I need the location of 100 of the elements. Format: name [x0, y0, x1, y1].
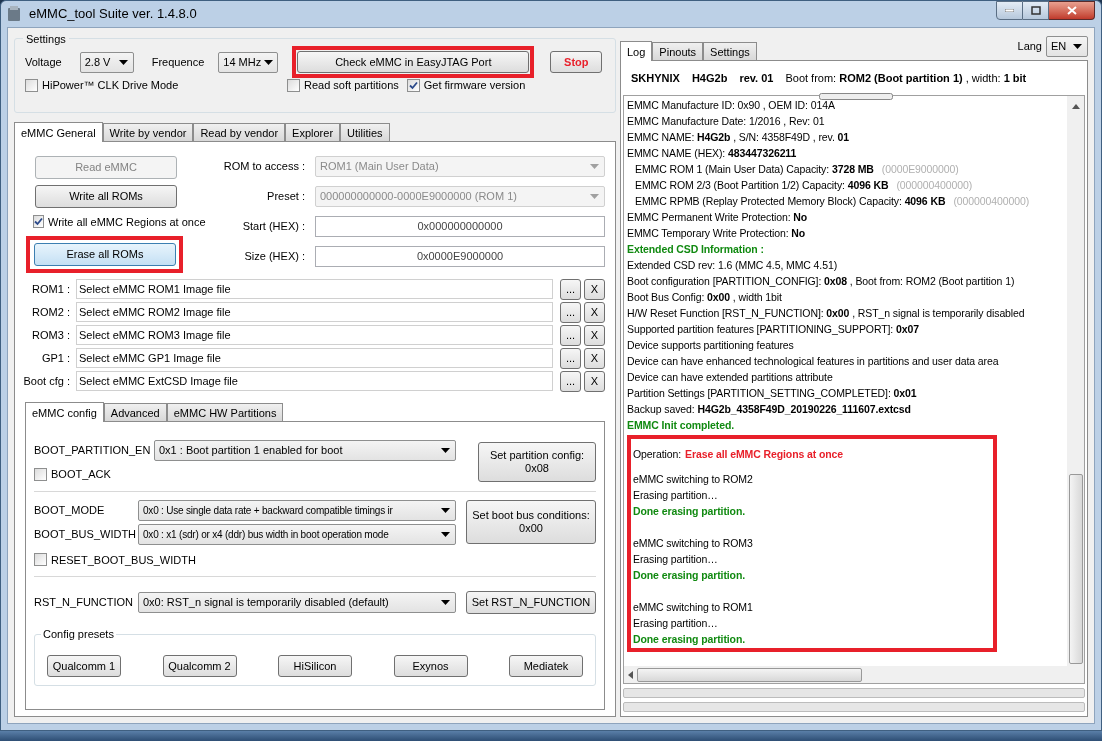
- erase-all-roms-button[interactable]: Erase all ROMs: [34, 243, 176, 266]
- log-line: Partition Settings [PARTITION_SETTING_COMPLETED]: 0x01: [627, 386, 917, 401]
- log-note: (000000400000): [953, 194, 1030, 209]
- checkbox[interactable]: [406, 78, 420, 92]
- minimize-button[interactable]: [996, 1, 1023, 20]
- device-info: rev. 01: [739, 70, 774, 86]
- clear-button[interactable]: X: [584, 301, 605, 323]
- preset-button[interactable]: Exynos: [393, 655, 468, 677]
- device-info: Boot from: ROM2 (Boot partition 1) , width: 1 bit: [785, 70, 1027, 86]
- dropdown[interactable]: 0x0 : Use single data rate + backward compatible timings ir: [138, 499, 456, 521]
- tab[interactable]: Write by vendor: [102, 122, 194, 141]
- log-line: EMMC RPMB (Replay Protected Memory Block) Capacity: 4096 KB: [635, 194, 946, 209]
- vertical-scrollbar[interactable]: [1067, 96, 1084, 683]
- window-title: eMMC_tool Suite ver. 1.4.8.0: [29, 5, 197, 24]
- close-button[interactable]: [1049, 1, 1095, 20]
- file-path-field[interactable]: Select eMMC GP1 Image file: [76, 348, 553, 368]
- splitter-grip-icon: [819, 93, 893, 101]
- tab[interactable]: Advanced: [103, 403, 167, 421]
- checkbox[interactable]: [25, 78, 38, 92]
- preset-button[interactable]: Qualcomm 2: [162, 655, 237, 677]
- dropdown[interactable]: 14 MHz: [218, 51, 279, 73]
- close-icon: [1066, 6, 1077, 15]
- dropdown[interactable]: 0x0: RST_n signal is temporarily disabled (default): [138, 592, 456, 613]
- write-all-roms-button[interactable]: Write all ROMs: [35, 184, 177, 208]
- set-rst-function-button[interactable]: Set RST_N_FUNCTION: [466, 591, 596, 614]
- file-path-field[interactable]: Select eMMC ROM1 Image file: [76, 279, 553, 299]
- dropdown-caret-icon: [441, 600, 450, 605]
- preset-button[interactable]: HiSilicon: [278, 655, 352, 677]
- file-path-field[interactable]: Select eMMC ExtCSD Image file: [76, 371, 553, 391]
- device-info: SKHYNIX: [631, 70, 680, 86]
- checkbox[interactable]: [287, 78, 300, 92]
- preset-button[interactable]: Qualcomm 1: [47, 655, 121, 677]
- log-line: EMMC NAME (HEX): 483447326211: [627, 146, 797, 161]
- dropdown-caret-icon: [441, 507, 450, 513]
- file-path-field[interactable]: Select eMMC ROM3 Image file: [76, 325, 553, 345]
- set-boot-bus-button[interactable]: Set boot bus conditions: 0x00: [466, 499, 596, 544]
- tab[interactable]: eMMC config: [25, 402, 104, 422]
- preset-button[interactable]: Mediatek: [509, 655, 583, 677]
- tab[interactable]: eMMC HW Partitions: [166, 403, 284, 421]
- browse-button[interactable]: ...: [560, 347, 581, 369]
- dropdown[interactable]: EN: [1046, 36, 1088, 57]
- clear-button[interactable]: X: [584, 278, 605, 300]
- checkbox-label: Read soft partitions: [304, 78, 399, 93]
- horizontal-scrollbar[interactable]: [624, 666, 1067, 683]
- tab[interactable]: eMMC General: [14, 121, 103, 142]
- scroll-up-arrow-icon[interactable]: [1071, 104, 1080, 109]
- stop-button[interactable]: Stop: [550, 51, 603, 73]
- field-label: BOOT_PARTITION_EN: [34, 443, 152, 459]
- field-label: RST_N_FUNCTION: [34, 595, 134, 611]
- clear-button[interactable]: X: [584, 347, 605, 369]
- clear-button[interactable]: X: [584, 370, 605, 392]
- log-line: eMMC switching to ROM3: [633, 536, 753, 551]
- checkbox[interactable]: [34, 553, 47, 567]
- field-label: BOOT_BUS_WIDTH: [34, 526, 138, 542]
- checkbox-label: BOOT_ACK: [51, 467, 111, 482]
- log-line: Erasing partition…: [633, 488, 718, 503]
- maximize-button[interactable]: [1023, 1, 1049, 20]
- log-line: eMMC switching to ROM1: [633, 600, 753, 615]
- tab[interactable]: Read by vendor: [193, 122, 286, 141]
- browse-button[interactable]: ...: [560, 370, 581, 392]
- log-note: (0000E9000000): [881, 162, 959, 177]
- log-line: EMMC NAME: H4G2b , S/N: 4358F49D , rev. 01: [627, 130, 850, 145]
- browse-button[interactable]: ...: [560, 301, 581, 323]
- tab[interactable]: Pinouts: [652, 42, 704, 60]
- text-field[interactable]: 0x000000000000: [315, 215, 605, 237]
- log-line: Device can have enhanced technological features in partitions and user data area: [627, 354, 999, 369]
- dropdown[interactable]: 0x1 : Boot partition 1 enabled for boot: [154, 440, 456, 461]
- checkbox[interactable]: [33, 215, 44, 229]
- log-line: Extended CSD rev: 1.6 (MMC 4.5, MMC 4.51): [627, 258, 838, 273]
- clear-button[interactable]: X: [584, 324, 605, 346]
- text-field[interactable]: 0x0000E9000000: [315, 245, 605, 267]
- checkbox-label: Get firmware version: [423, 78, 526, 93]
- voltage-label: Voltage: [25, 54, 62, 70]
- operation-label: Operation:: [633, 447, 682, 463]
- minimize-icon: [1005, 9, 1014, 12]
- dropdown[interactable]: 2.8 V: [79, 51, 134, 73]
- check-emmc-button[interactable]: Check eMMC in EasyJTAG Port: [297, 51, 530, 73]
- log-line: EMMC ROM 2/3 (Boot Partition 1/2) Capacity: 4096 KB: [635, 178, 889, 193]
- checkbox-label: HiPower™ CLK Drive Mode: [42, 78, 179, 93]
- set-partition-config-button[interactable]: Set partition config: 0x08: [478, 442, 596, 482]
- device-info: H4G2b: [691, 70, 728, 86]
- tab[interactable]: Settings: [703, 42, 757, 60]
- checkbox[interactable]: [34, 467, 47, 481]
- scroll-left-arrow-icon[interactable]: [628, 670, 633, 679]
- tab[interactable]: Utilities: [340, 122, 390, 141]
- browse-button[interactable]: ...: [560, 278, 581, 300]
- browse-button[interactable]: ...: [560, 324, 581, 346]
- app-icon: [7, 6, 21, 22]
- log-line: Erasing partition…: [633, 616, 718, 631]
- dropdown[interactable]: 0x0 : x1 (sdr) or x4 (ddr) bus width in boot operation mode: [138, 523, 456, 545]
- field-label: Preset :: [266, 188, 306, 204]
- tab[interactable]: Explorer: [285, 122, 341, 141]
- log-note: (000000400000): [896, 178, 973, 193]
- log-line: EMMC Temporary Write Protection: No: [627, 226, 806, 241]
- tab[interactable]: Log: [620, 41, 653, 61]
- checkbox-label: Write all eMMC Regions at once: [48, 214, 206, 230]
- dropdown-caret-icon: [264, 59, 274, 65]
- log-line: Boot configuration [PARTITION_CONFIG]: 0x08 , Boot from: ROM2 (Boot partition 1): [627, 274, 1015, 289]
- file-path-field[interactable]: Select eMMC ROM2 Image file: [76, 302, 553, 322]
- dropdown-caret-icon: [590, 193, 599, 199]
